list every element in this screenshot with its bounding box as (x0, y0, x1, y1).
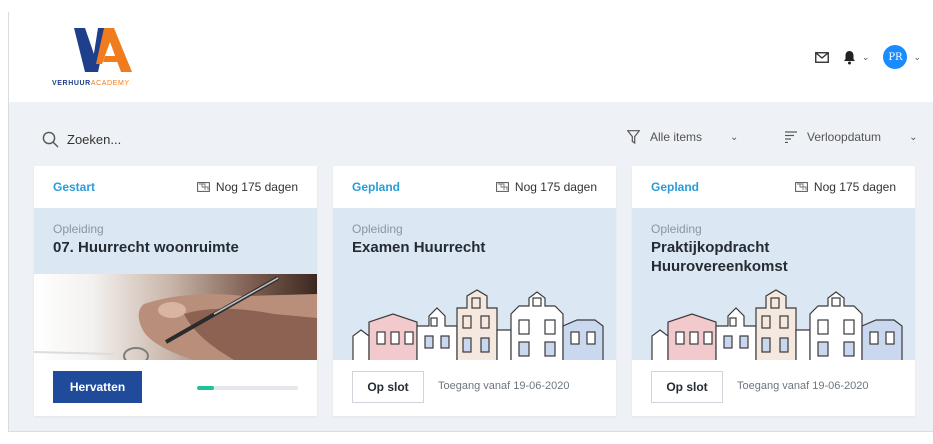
due-text: Nog 175 dagen (215, 180, 298, 194)
search-icon (42, 131, 59, 148)
va-logo-mark (74, 28, 132, 72)
due-info: Nog 175 dagen (795, 180, 896, 194)
course-type: Opleiding (53, 222, 104, 236)
flag-icon (197, 182, 210, 192)
status-label: Gepland (651, 180, 700, 194)
course-title[interactable]: Praktijkopdracht Huurovereenkomst (651, 238, 821, 276)
due-info: Nog 175 dagen (197, 180, 298, 194)
locked-button[interactable]: Op slot (651, 371, 723, 403)
top-header: VERHUURACADEMY ⌄ PR ⌄ (9, 12, 933, 102)
avatar-chevron-down-icon[interactable]: ⌄ (913, 52, 921, 63)
frame-bottom-border (8, 431, 933, 432)
access-date-text: Toegang vanaf 19-06-2020 (438, 380, 570, 392)
flag-icon (795, 182, 808, 192)
progress-bar (197, 386, 298, 390)
card-footer: Hervatten (34, 360, 317, 416)
progress-fill (197, 386, 215, 390)
card-header: Opleiding Praktijkopdracht Huurovereenko… (632, 208, 915, 360)
logo-wordmark-part2: ACADEMY (90, 80, 130, 87)
search-bar[interactable]: Zoeken... (42, 131, 121, 148)
filter-chevron-down-icon: ⌄ (730, 131, 739, 143)
filter-select[interactable]: Alle items ⌄ (627, 130, 738, 144)
due-text: Nog 175 dagen (813, 180, 896, 194)
sort-icon (785, 131, 797, 143)
filter-value: Alle items (650, 130, 703, 144)
toolbar: Zoeken... Alle items ⌄ Verloopdatum ⌄ (9, 102, 933, 166)
verhuur-academy-logo[interactable]: VERHUURACADEMY (52, 28, 162, 92)
status-label: Gestart (53, 180, 96, 194)
canal-houses-illustration (651, 289, 903, 360)
app-window: VERHUURACADEMY ⌄ PR ⌄ Zoeken... Alle ite… (0, 0, 933, 444)
status-label: Gepland (352, 180, 401, 194)
course-title[interactable]: 07. Huurrecht woonruimte (53, 238, 303, 257)
bell-icon[interactable] (843, 50, 856, 65)
card-footer: Op slot Toegang vanaf 19-06-2020 (632, 360, 915, 416)
header-actions: ⌄ PR ⌄ (814, 45, 921, 69)
card-footer: Op slot Toegang vanaf 19-06-2020 (333, 360, 616, 416)
due-text: Nog 175 dagen (514, 180, 597, 194)
due-info: Nog 175 dagen (496, 180, 597, 194)
card-header: Opleiding 07. Huurrecht woonruimte (34, 208, 317, 274)
course-card-3[interactable]: Gepland Nog 175 dagen Opleiding Praktijk… (632, 166, 915, 416)
card-status-bar: Gepland Nog 175 dagen (632, 166, 915, 208)
sort-chevron-down-icon: ⌄ (909, 131, 918, 143)
filter-icon (627, 130, 640, 144)
user-avatar[interactable]: PR (883, 45, 908, 69)
content-area: Zoeken... Alle items ⌄ Verloopdatum ⌄ Ge… (9, 102, 933, 431)
mail-icon[interactable] (814, 51, 829, 63)
resume-button[interactable]: Hervatten (53, 371, 142, 403)
locked-button[interactable]: Op slot (352, 371, 424, 403)
card-status-bar: Gepland Nog 175 dagen (333, 166, 616, 208)
course-card-2[interactable]: Gepland Nog 175 dagen Opleiding Examen H… (333, 166, 616, 416)
course-photo-signing-contract (34, 274, 317, 360)
access-date-text: Toegang vanaf 19-06-2020 (737, 380, 869, 392)
course-type: Opleiding (352, 222, 403, 236)
flag-icon (496, 182, 509, 192)
card-header: Opleiding Examen Huurrecht (333, 208, 616, 360)
hand-with-pen-illustration (34, 276, 317, 360)
chevron-down-icon[interactable]: ⌄ (862, 52, 870, 63)
course-type: Opleiding (651, 222, 702, 236)
search-input[interactable]: Zoeken... (67, 132, 121, 147)
canal-houses-illustration (352, 289, 604, 360)
logo-wordmark: VERHUURACADEMY (52, 80, 130, 87)
sort-select[interactable]: Verloopdatum ⌄ (785, 130, 917, 144)
sort-value: Verloopdatum (807, 130, 882, 144)
course-card-1[interactable]: Gestart Nog 175 dagen Opleiding 07. Huur… (34, 166, 317, 416)
logo-wordmark-part1: VERHUUR (52, 80, 91, 87)
course-title[interactable]: Examen Huurrecht (352, 238, 602, 257)
card-status-bar: Gestart Nog 175 dagen (34, 166, 317, 208)
